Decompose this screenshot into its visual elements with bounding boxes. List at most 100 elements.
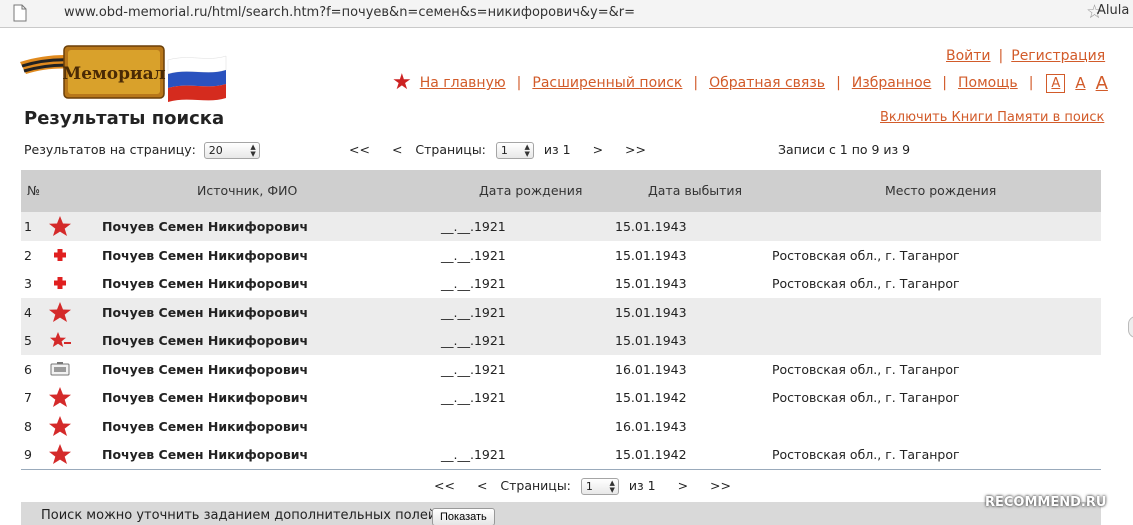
departure-date: 15.01.1943 bbox=[615, 247, 687, 263]
red-star-icon[interactable] bbox=[48, 415, 72, 437]
pages-label: Страницы: bbox=[415, 142, 486, 157]
results-table: № Источник, ФИО Дата рождения Дата выбыт… bbox=[21, 170, 1101, 470]
row-number: 4 bbox=[24, 304, 32, 320]
last-page-button[interactable]: >> bbox=[710, 478, 731, 493]
logo-text: Мемориал bbox=[62, 64, 165, 84]
row-number: 3 bbox=[24, 276, 32, 291]
table-row[interactable]: 2 Почуев Семен Никифорович __.__.1921 15.01… bbox=[21, 241, 1101, 270]
star-minus-icon[interactable] bbox=[48, 329, 72, 351]
document-box-icon[interactable] bbox=[48, 358, 72, 380]
table-row[interactable]: 3 Почуев Семен Никифорович __.__.1921 15.01… bbox=[21, 269, 1101, 298]
main-nav: ★ На главную | Расширенный поиск | Обрат… bbox=[392, 70, 1108, 96]
first-page-button[interactable]: << bbox=[349, 142, 370, 157]
pager-bottom: << < Страницы: 1 ▲ ▼ из 1 > >> bbox=[0, 478, 1133, 496]
person-name[interactable]: Почуев Семен Никифорович bbox=[102, 419, 308, 434]
select-arrows-icon: ▲ ▼ bbox=[609, 479, 615, 494]
first-page-button[interactable]: << bbox=[434, 478, 455, 493]
table-row[interactable]: 6 Почуев Семен Никифорович __.__.1921 16.01… bbox=[21, 355, 1101, 384]
header-source[interactable]: Источник, ФИО bbox=[197, 183, 297, 198]
nav-home[interactable]: На главную bbox=[420, 75, 506, 91]
row-number: 1 bbox=[24, 219, 32, 234]
person-name[interactable]: Почуев Семен Никифорович bbox=[102, 447, 308, 462]
table-row[interactable]: 7 Почуев Семен Никифорович __.__.1921 15.01… bbox=[21, 383, 1101, 412]
page-count: из 1 bbox=[628, 478, 656, 493]
header-death[interactable]: Дата выбытия bbox=[648, 183, 742, 198]
page-value: 1 bbox=[500, 144, 508, 157]
browser-user-name[interactable]: Alula bbox=[1097, 3, 1129, 18]
results-controls: Результатов на страницу: 20 ▲ ▼ << < Стран… bbox=[0, 140, 1133, 160]
records-count: Записи с 1 по 9 из 9 bbox=[778, 142, 911, 157]
person-name[interactable]: Почуев Семен Никифорович bbox=[102, 333, 308, 348]
red-star-icon[interactable] bbox=[48, 386, 72, 408]
side-panel-handle[interactable] bbox=[1128, 316, 1133, 338]
separator: | bbox=[1028, 75, 1034, 91]
birth-place: Ростовская обл., г. Таганрог bbox=[772, 390, 960, 405]
birth-place: Ростовская обл., г. Таганрог bbox=[772, 247, 960, 263]
nav-favorites[interactable]: Избранное bbox=[852, 75, 932, 91]
departure-date: 16.01.1943 bbox=[615, 361, 687, 377]
birth-date: __.__.1921 bbox=[441, 304, 506, 320]
nav-advanced-search[interactable]: Расширенный поиск bbox=[532, 75, 682, 91]
prev-page-button[interactable]: < bbox=[477, 478, 487, 493]
row-number: 7 bbox=[24, 390, 32, 405]
font-size-medium-button[interactable]: A bbox=[1075, 74, 1085, 92]
row-number: 5 bbox=[24, 333, 32, 348]
page-select[interactable]: 1 ▲ ▼ bbox=[495, 142, 534, 159]
red-cross-icon[interactable] bbox=[48, 244, 72, 266]
birth-place: Ростовская обл., г. Таганрог bbox=[772, 276, 960, 291]
birth-date: __.__.1921 bbox=[441, 361, 506, 377]
birth-date: __.__.1921 bbox=[441, 333, 506, 348]
separator: | bbox=[516, 75, 522, 91]
person-name[interactable]: Почуев Семен Никифорович bbox=[102, 276, 308, 291]
per-page-control: Результатов на страницу: 20 ▲ ▼ bbox=[24, 142, 260, 159]
next-page-button[interactable]: > bbox=[678, 478, 688, 493]
header-birth[interactable]: Дата рождения bbox=[479, 183, 582, 198]
memorial-logo[interactable]: Мемориал bbox=[18, 40, 230, 104]
birth-place: Ростовская обл., г. Таганрог bbox=[772, 361, 960, 377]
per-page-label: Результатов на страницу: bbox=[24, 142, 196, 157]
nav-feedback[interactable]: Обратная связь bbox=[709, 75, 825, 91]
pager-top: << < Страницы: 1 ▲ ▼ из 1 > >> bbox=[340, 142, 655, 159]
nav-help[interactable]: Помощь bbox=[958, 75, 1018, 91]
separator: | bbox=[693, 75, 699, 91]
include-memory-books-link[interactable]: Включить Книги Памяти в поиск bbox=[880, 110, 1104, 125]
auth-links: Войти | Регистрация bbox=[946, 48, 1105, 64]
select-arrows-icon: ▲ ▼ bbox=[524, 143, 530, 158]
red-cross-icon[interactable] bbox=[48, 272, 72, 294]
next-page-button[interactable]: > bbox=[593, 142, 603, 157]
table-row[interactable]: 4 Почуев Семен Никифорович __.__.1921 15.01… bbox=[21, 297, 1101, 326]
person-name[interactable]: Почуев Семен Никифорович bbox=[102, 219, 308, 234]
last-page-button[interactable]: >> bbox=[625, 142, 646, 157]
person-name[interactable]: Почуев Семен Никифорович bbox=[102, 362, 308, 377]
person-name[interactable]: Почуев Семен Никифорович bbox=[102, 248, 308, 263]
page-select[interactable]: 1 ▲ ▼ bbox=[580, 478, 619, 495]
per-page-select[interactable]: 20 ▲ ▼ bbox=[203, 142, 260, 159]
header-place[interactable]: Место рождения bbox=[885, 183, 996, 198]
table-row[interactable]: 8 Почуев Семен Никифорович 16.01.1943 bbox=[21, 412, 1101, 441]
red-star-icon[interactable] bbox=[48, 443, 72, 465]
table-row[interactable]: 9 Почуев Семен Никифорович __.__.1921 15.01… bbox=[21, 440, 1101, 469]
red-star-icon[interactable] bbox=[48, 215, 72, 237]
table-row[interactable]: 1 Почуев Семен Никифорович __.__.1921 15.01… bbox=[21, 212, 1101, 241]
register-link[interactable]: Регистрация bbox=[1011, 48, 1105, 64]
page-document-icon bbox=[13, 4, 27, 22]
url-text[interactable]: www.obd-memorial.ru/html/search.htm?f=по… bbox=[64, 5, 635, 20]
red-star-icon[interactable] bbox=[48, 301, 72, 323]
person-name[interactable]: Почуев Семен Никифорович bbox=[102, 390, 308, 405]
departure-date: 16.01.1943 bbox=[615, 418, 687, 434]
table-body: 1 Почуев Семен Никифорович __.__.1921 15.01… bbox=[21, 212, 1101, 469]
font-size-small-button[interactable]: A bbox=[1046, 73, 1066, 93]
select-arrows-icon: ▲ ▼ bbox=[250, 143, 256, 158]
prev-page-button[interactable]: < bbox=[392, 142, 402, 157]
person-name[interactable]: Почуев Семен Никифорович bbox=[102, 305, 308, 320]
separator: | bbox=[836, 75, 841, 91]
login-link[interactable]: Войти bbox=[946, 48, 991, 64]
birth-date: __.__.1921 bbox=[441, 276, 506, 291]
browser-url-bar[interactable]: www.obd-memorial.ru/html/search.htm?f=по… bbox=[0, 0, 1133, 28]
red-star-icon: ★ bbox=[392, 70, 412, 95]
font-size-large-button[interactable]: A bbox=[1096, 73, 1108, 94]
show-fields-button[interactable]: Показать bbox=[432, 508, 495, 525]
birth-date: __.__.1921 bbox=[441, 390, 506, 405]
separator: | bbox=[998, 48, 1004, 64]
table-row[interactable]: 5 Почуев Семен Никифорович __.__.1921 15.01… bbox=[21, 326, 1101, 355]
